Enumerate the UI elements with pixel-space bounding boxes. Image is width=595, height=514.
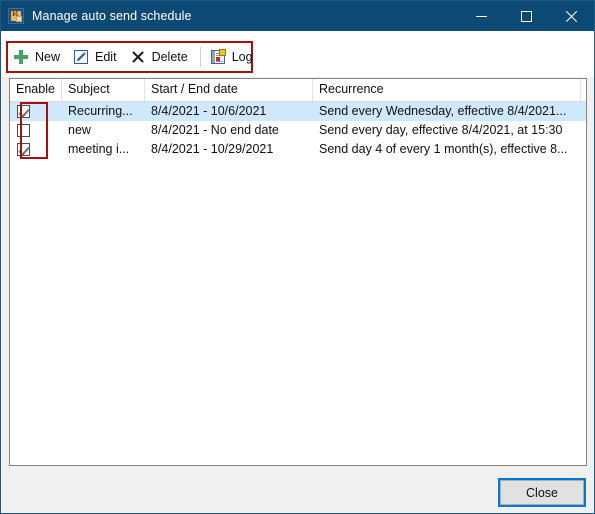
delete-button-label: Delete	[151, 50, 188, 64]
row-dates: 8/4/2021 - No end date	[151, 123, 279, 137]
column-header-enable[interactable]: Enable	[10, 79, 62, 101]
window-controls	[459, 1, 594, 31]
pencil-icon	[73, 49, 89, 65]
column-header-dates[interactable]: Start / End date	[145, 79, 313, 101]
titlebar[interactable]: R Manage auto send schedule	[1, 1, 594, 31]
row-recurrence: Send every day, effective 8/4/2021, at 1…	[319, 123, 563, 137]
manage-auto-send-schedule-dialog: R Manage auto send schedule New Edit Del…	[0, 0, 595, 514]
edit-button-label: Edit	[95, 50, 117, 64]
row-enable-cell[interactable]	[10, 102, 62, 121]
table-row[interactable]: Recurring... 8/4/2021 - 10/6/2021 Send e…	[10, 102, 586, 121]
row-enable-cell[interactable]	[10, 121, 62, 140]
row-subject: meeting i...	[68, 142, 130, 156]
x-icon	[130, 49, 146, 65]
log-button[interactable]: Log	[206, 45, 260, 69]
maximize-icon[interactable]	[504, 1, 549, 31]
enable-checkbox[interactable]	[17, 124, 30, 137]
table-row[interactable]: new 8/4/2021 - No end date Send every da…	[10, 121, 586, 140]
close-button[interactable]: Close	[498, 478, 586, 507]
delete-button[interactable]: Delete	[126, 45, 195, 69]
column-header-subject[interactable]: Subject	[62, 79, 145, 101]
log-icon	[210, 49, 226, 65]
column-header-recurrence[interactable]: Recurrence	[313, 79, 581, 101]
list-body: Recurring... 8/4/2021 - 10/6/2021 Send e…	[10, 102, 586, 159]
row-recurrence: Send every Wednesday, effective 8/4/2021…	[319, 104, 567, 118]
enable-checkbox[interactable]	[17, 143, 30, 156]
minimize-icon[interactable]	[459, 1, 504, 31]
table-row[interactable]: meeting i... 8/4/2021 - 10/29/2021 Send …	[10, 140, 586, 159]
enable-checkbox[interactable]	[17, 105, 30, 118]
row-dates: 8/4/2021 - 10/29/2021	[151, 142, 274, 156]
toolbar-separator	[199, 47, 201, 67]
footer: Close	[1, 467, 594, 513]
row-subject: Recurring...	[68, 104, 133, 118]
row-dates: 8/4/2021 - 10/6/2021	[151, 104, 267, 118]
window-title: Manage auto send schedule	[32, 9, 192, 23]
row-enable-cell[interactable]	[10, 140, 62, 159]
new-button-label: New	[35, 50, 61, 64]
row-recurrence: Send day 4 of every 1 month(s), effectiv…	[319, 142, 568, 156]
new-button[interactable]: New	[9, 45, 67, 69]
log-button-label: Log	[231, 50, 253, 64]
plus-icon	[13, 49, 29, 65]
close-icon[interactable]	[549, 1, 594, 31]
row-subject: new	[68, 123, 91, 137]
edit-button[interactable]: Edit	[69, 45, 124, 69]
schedule-list[interactable]: Enable Subject Start / End date Recurren…	[9, 78, 587, 466]
toolbar-area: New Edit Delete Log	[1, 31, 594, 77]
list-header: Enable Subject Start / End date Recurren…	[10, 79, 586, 102]
toolbar: New Edit Delete Log	[9, 44, 262, 70]
app-icon: R	[8, 8, 24, 24]
